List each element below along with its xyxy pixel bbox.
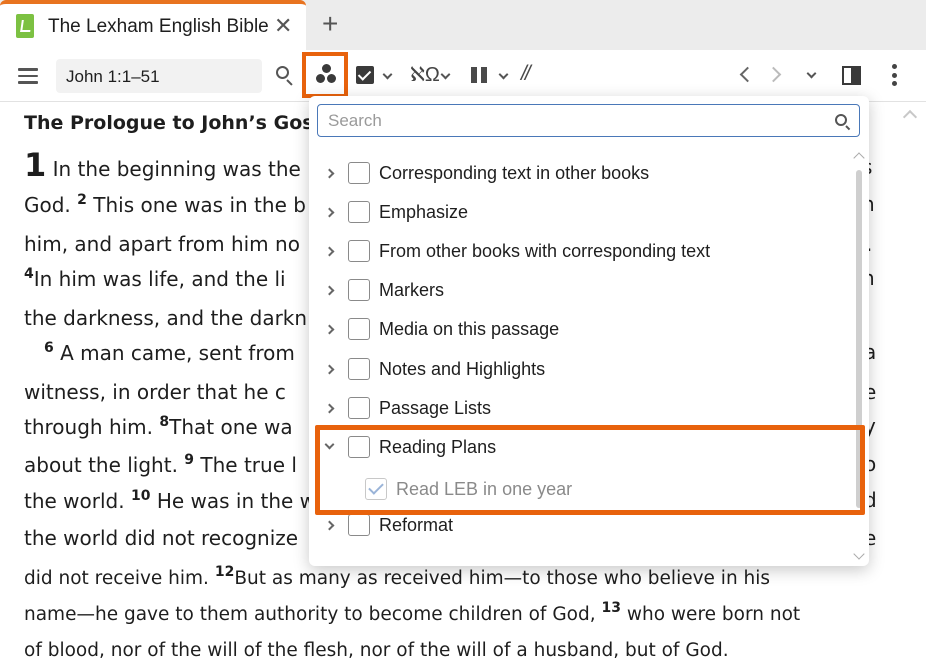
expand-icon[interactable] <box>324 285 335 296</box>
checkbox[interactable] <box>348 279 370 301</box>
filter-item-read-leb-one-year[interactable]: Read LEB in one year <box>309 470 854 509</box>
document-tab[interactable]: The Lexham English Bible ✕ <box>0 0 306 50</box>
add-tab-icon[interactable]: + <box>322 10 338 38</box>
tab-bar: The Lexham English Bible ✕ + <box>0 0 926 50</box>
visual-filters-panel: Search Corresponding text in other books… <box>309 96 869 566</box>
lexham-bible-icon <box>16 14 34 38</box>
visual-filters-button[interactable] <box>302 52 348 98</box>
filter-item-label: Reformat <box>379 515 454 535</box>
interlinear-icon[interactable]: ℵΩ <box>410 62 440 87</box>
reference-text: John 1:1–51 <box>66 67 160 86</box>
toolbar: John 1:1–51 <box>0 50 926 102</box>
search-placeholder: Search <box>328 111 382 130</box>
filter-search-input[interactable]: Search <box>317 104 860 137</box>
parallel-columns-icon[interactable] <box>471 67 487 83</box>
section-heading: The Prologue to John’s Gospe <box>24 112 341 134</box>
panel-layout-icon[interactable] <box>842 66 861 85</box>
text-line: 1 In the beginning was the <box>24 146 301 184</box>
text-line: 4In him was life, and the li <box>24 266 286 291</box>
text-line: 6 A man came, sent from <box>44 340 295 365</box>
expand-icon[interactable] <box>324 168 335 179</box>
filter-item-other-books[interactable]: From other books with corresponding text <box>309 232 854 271</box>
text-line: name—he gave to them authority to become… <box>24 600 801 625</box>
close-tab-icon[interactable]: ✕ <box>274 14 292 38</box>
checkbox[interactable] <box>348 436 370 458</box>
expand-icon[interactable] <box>324 364 335 375</box>
reference-box[interactable]: John 1:1–51 <box>56 59 262 93</box>
filter-item-label: Markers <box>379 280 445 300</box>
text-line: witness, in order that he c <box>24 380 286 404</box>
text-line: God. 2 This one was in the b <box>24 192 306 217</box>
panel-scroll-up-icon[interactable] <box>853 152 865 164</box>
filter-item-label: Passage Lists <box>379 398 492 418</box>
panel-scroll-down-icon[interactable] <box>853 548 865 560</box>
tab-title: The Lexham English Bible <box>48 16 269 37</box>
filter-item-label: Corresponding text in other books <box>379 163 650 183</box>
text-line: the darkness, and the darkn <box>24 306 308 330</box>
checkbox[interactable] <box>348 201 370 223</box>
expand-icon[interactable] <box>324 520 335 531</box>
filter-item-label: Read LEB in one year <box>396 479 573 499</box>
filter-item-notes-highlights[interactable]: Notes and Highlights <box>309 350 854 389</box>
chapter-number: 1 <box>24 146 47 184</box>
expand-icon[interactable] <box>324 207 335 218</box>
more-icon[interactable] <box>892 64 897 86</box>
checkbox[interactable] <box>348 358 370 380</box>
search-icon[interactable] <box>276 66 294 86</box>
checkbox[interactable] <box>348 318 370 340</box>
checkbox[interactable] <box>348 240 370 262</box>
panel-scrollbar[interactable] <box>856 170 862 508</box>
filter-item-reading-plans[interactable]: Reading Plans <box>309 428 854 467</box>
expand-icon[interactable] <box>324 246 335 257</box>
menu-icon[interactable] <box>18 68 38 84</box>
filter-item-label: Notes and Highlights <box>379 359 546 379</box>
text-line: the world did not recognize <box>24 526 299 550</box>
highlighting-icon[interactable] <box>356 66 374 84</box>
text-line: of blood, nor of the will of the flesh, … <box>24 640 729 661</box>
text-line: him, and apart from him no <box>24 232 300 256</box>
text-line: did not receive him. 12But as many as re… <box>24 564 771 589</box>
checkbox[interactable] <box>348 514 370 536</box>
filter-item-corresponding-text[interactable]: Corresponding text in other books <box>309 154 854 193</box>
filter-item-reformat[interactable]: Reformat <box>309 506 854 545</box>
filter-item-media[interactable]: Media on this passage <box>309 310 854 349</box>
filter-item-markers[interactable]: Markers <box>309 271 854 310</box>
checkbox[interactable] <box>348 397 370 419</box>
checkbox-checked[interactable] <box>365 478 387 500</box>
expand-icon[interactable] <box>324 403 335 414</box>
scroll-up-icon[interactable] <box>902 109 918 125</box>
filter-item-passage-lists[interactable]: Passage Lists <box>309 389 854 428</box>
visual-filters-icon <box>316 64 338 84</box>
filter-item-label: From other books with corresponding text <box>379 241 711 261</box>
text-divisions-icon[interactable]: // <box>521 62 531 86</box>
filter-item-label: Media on this passage <box>379 319 560 339</box>
filter-item-label: Emphasize <box>379 202 469 222</box>
text-line: about the light. 9 The true l <box>24 452 297 477</box>
text-line: through him. 8That one wa <box>24 414 293 439</box>
filter-item-emphasize[interactable]: Emphasize <box>309 193 854 232</box>
expand-icon[interactable] <box>324 324 335 335</box>
text-line: the world. 10 He was in the w <box>24 488 317 513</box>
checkbox[interactable] <box>348 162 370 184</box>
filter-item-label: Reading Plans <box>379 437 497 457</box>
collapse-icon[interactable] <box>324 439 335 450</box>
search-icon <box>835 114 847 126</box>
